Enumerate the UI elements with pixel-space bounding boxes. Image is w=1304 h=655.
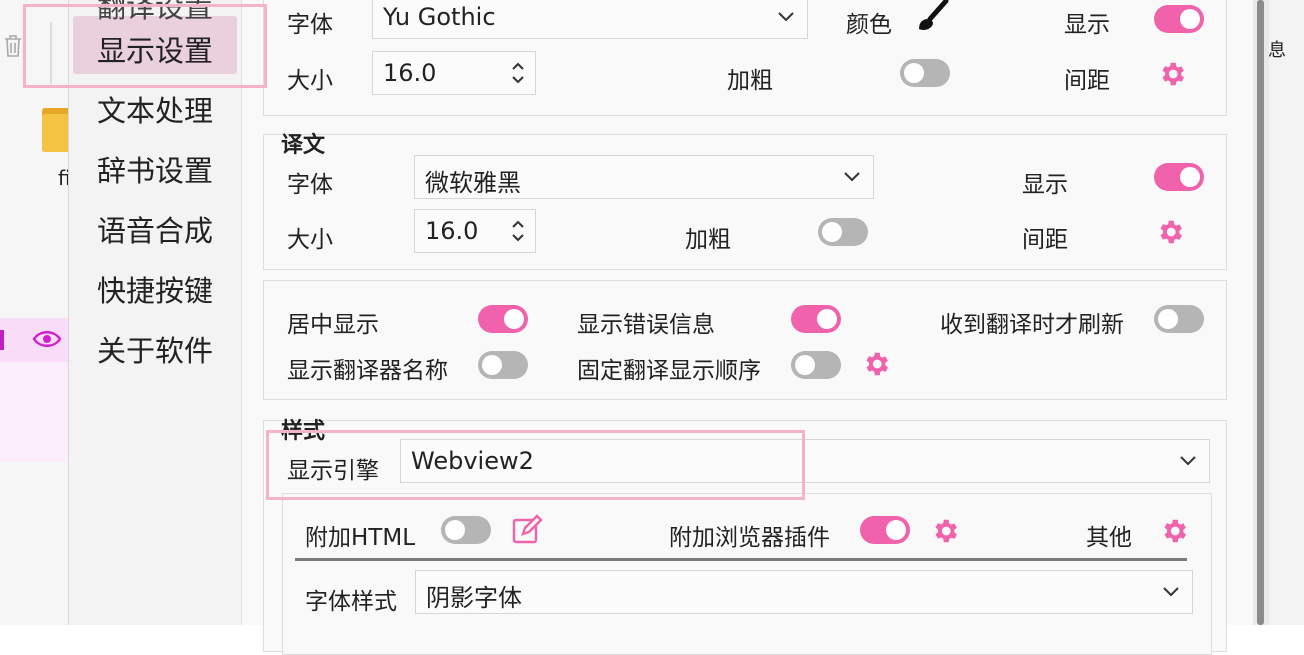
gear-icon[interactable] <box>1159 516 1189 546</box>
gear-icon[interactable] <box>861 349 891 379</box>
font-select[interactable]: 微软雅黑 <box>414 155 874 199</box>
color-label: 颜色 <box>846 12 892 38</box>
size-value: 16.0 <box>425 217 479 245</box>
gear-icon[interactable] <box>1155 217 1185 247</box>
bold-toggle[interactable] <box>900 59 950 87</box>
refresh-label: 收到翻译时才刷新 <box>940 312 1124 338</box>
size-value: 16.0 <box>383 59 437 87</box>
show-label: 显示 <box>1064 12 1110 38</box>
folder-icon <box>42 108 70 152</box>
font-select-value: Yu Gothic <box>383 3 496 31</box>
eye-icon[interactable] <box>32 328 62 350</box>
sidebar-item-about[interactable]: 关于软件 <box>97 328 213 370</box>
gear-icon[interactable] <box>930 516 960 546</box>
fixed-order-label: 固定翻译显示顺序 <box>577 358 761 384</box>
scrollbar-thumb[interactable] <box>1257 0 1264 625</box>
font-label: 字体 <box>287 172 333 198</box>
extra-html-label: 附加HTML <box>305 525 416 551</box>
font-style-select[interactable]: 阴影字体 <box>415 570 1193 614</box>
bold-label: 加粗 <box>727 68 773 94</box>
show-name-toggle[interactable] <box>478 351 528 379</box>
font-label: 字体 <box>287 12 333 38</box>
row-highlight-lower <box>0 362 70 462</box>
other-label: 其他 <box>1086 525 1132 551</box>
show-label: 显示 <box>1022 172 1068 198</box>
show-toggle[interactable] <box>1154 163 1204 191</box>
spin-arrows-icon[interactable] <box>511 218 525 244</box>
brush-icon[interactable] <box>916 0 950 35</box>
chevron-down-icon <box>778 12 794 22</box>
window-scrollbar[interactable] <box>1252 0 1269 625</box>
background-app-strip: fi <box>0 0 71 625</box>
sidebar-item-text-processing[interactable]: 文本处理 <box>97 88 213 130</box>
partial-label: 息 <box>1268 40 1286 61</box>
size-spinbox[interactable]: 16.0 <box>372 51 536 95</box>
row-highlight <box>0 318 70 362</box>
center-toggle[interactable] <box>478 305 528 333</box>
chevron-down-icon <box>1163 587 1179 597</box>
browser-plugin-label: 附加浏览器插件 <box>669 525 830 551</box>
font-select-value: 微软雅黑 <box>425 169 521 197</box>
spacing-label: 间距 <box>1064 68 1110 94</box>
translation-title: 译文 <box>281 133 326 158</box>
spin-arrows-icon[interactable] <box>511 60 525 86</box>
settings-sidebar: 翻译设置 显示设置 文本处理 辞书设置 语音合成 快捷按键 关于软件 <box>69 0 242 625</box>
sidebar-item-hotkeys[interactable]: 快捷按键 <box>97 268 213 310</box>
translation-group: 译文 字体 微软雅黑 显示 大小 16.0 加粗 间距 <box>263 133 1227 270</box>
trash-icon <box>5 35 21 57</box>
show-toggle[interactable] <box>1154 5 1204 33</box>
sidebar-item-dictionary[interactable]: 辞书设置 <box>97 148 213 190</box>
size-label: 大小 <box>287 227 333 253</box>
browser-plugin-toggle[interactable] <box>860 516 910 544</box>
engine-options-panel: 附加HTML 附加浏览器插件 其他 字体样式 阴影字体 <box>282 493 1212 655</box>
size-spinbox[interactable]: 16.0 <box>414 209 536 253</box>
fixed-order-toggle[interactable] <box>791 351 841 379</box>
edit-icon[interactable] <box>511 514 545 546</box>
show-name-label: 显示翻译器名称 <box>287 358 448 384</box>
bold-label: 加粗 <box>685 227 731 253</box>
settings-content: 字体 Yu Gothic 颜色 显示 大小 16.0 加粗 间距 译文 字体 微… <box>243 0 1253 655</box>
extra-html-toggle[interactable] <box>441 516 491 544</box>
font-style-label: 字体样式 <box>305 589 397 615</box>
panel-divider <box>295 558 1187 561</box>
gear-icon[interactable] <box>1157 59 1187 89</box>
settings-window: 翻译设置 显示设置 文本处理 辞书设置 语音合成 快捷按键 关于软件 字体 Yu… <box>68 0 1253 655</box>
options-group: 居中显示 显示错误信息 收到翻译时才刷新 显示翻译器名称 固定翻译显示顺序 <box>263 280 1227 400</box>
center-label: 居中显示 <box>287 312 379 338</box>
highlight-box-engine <box>266 430 805 500</box>
highlight-box-sidebar <box>23 4 267 88</box>
bold-toggle[interactable] <box>818 218 868 246</box>
size-label: 大小 <box>287 68 333 94</box>
font-style-select-value: 阴影字体 <box>426 584 522 612</box>
font-select[interactable]: Yu Gothic <box>372 0 808 39</box>
spacing-label: 间距 <box>1022 227 1068 253</box>
sidebar-item-tts[interactable]: 语音合成 <box>97 208 213 250</box>
original-text-group: 字体 Yu Gothic 颜色 显示 大小 16.0 加粗 间距 <box>263 0 1227 116</box>
chevron-down-icon <box>844 172 860 182</box>
chevron-down-icon <box>1180 456 1196 466</box>
refresh-toggle[interactable] <box>1154 305 1204 333</box>
show-error-toggle[interactable] <box>791 305 841 333</box>
show-error-label: 显示错误信息 <box>577 312 715 338</box>
background-app-right: 息 <box>1268 0 1304 625</box>
